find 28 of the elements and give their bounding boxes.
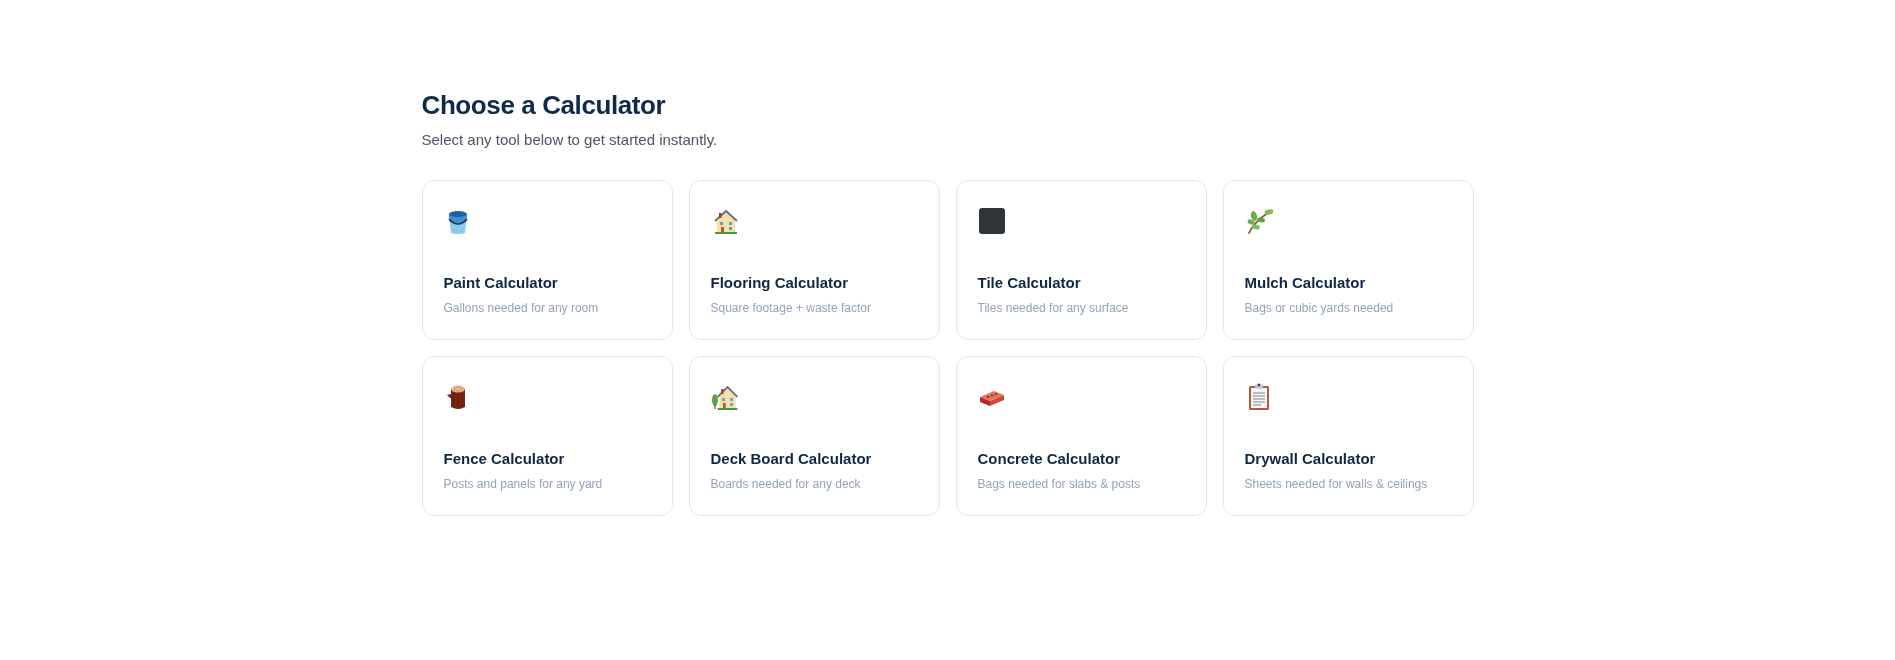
card-description: Boards needed for any deck bbox=[710, 476, 861, 492]
calculator-card[interactable]: Deck Board Calculator Boards needed for any deck bbox=[688, 356, 940, 516]
page-title: Choose a Calculator bbox=[421, 89, 666, 122]
card-title: Flooring Calculator bbox=[710, 274, 848, 292]
card-title: Paint Calculator bbox=[443, 274, 558, 292]
calculator-card[interactable]: Flooring Calculator Square footage + waste factor bbox=[688, 180, 940, 340]
calculator-card[interactable]: Paint Calculator Gallons needed for any room bbox=[421, 180, 673, 340]
square-icon bbox=[977, 207, 1006, 235]
card-title: Tile Calculator bbox=[977, 274, 1081, 292]
card-title: Mulch Calculator bbox=[1244, 274, 1366, 292]
card-description: Square footage + waste factor bbox=[710, 300, 871, 316]
page-subtitle: Select any tool below to get started instantly. bbox=[421, 130, 718, 150]
card-title: Concrete Calculator bbox=[977, 450, 1121, 468]
calculator-card[interactable]: Drywall Calculator Sheets needed for walls & ceilings bbox=[1222, 356, 1474, 516]
card-title: Fence Calculator bbox=[443, 450, 565, 468]
calculator-card[interactable]: Mulch Calculator Bags or cubic yards needed bbox=[1222, 180, 1474, 340]
card-description: Tiles needed for any surface bbox=[977, 300, 1129, 316]
house-with-tree-icon bbox=[710, 383, 739, 411]
calculator-card[interactable]: Concrete Calculator Bags needed for slabs & posts bbox=[955, 356, 1207, 516]
card-description: Sheets needed for walls & ceilings bbox=[1244, 476, 1428, 492]
card-description: Bags needed for slabs & posts bbox=[977, 476, 1141, 492]
card-description: Gallons needed for any room bbox=[443, 300, 599, 316]
calculator-card[interactable]: Tile Calculator Tiles needed for any surface bbox=[955, 180, 1207, 340]
card-description: Bags or cubic yards needed bbox=[1244, 300, 1394, 316]
card-title: Drywall Calculator bbox=[1244, 450, 1376, 468]
card-description: Posts and panels for any yard bbox=[443, 476, 603, 492]
calculator-card[interactable]: Fence Calculator Posts and panels for any yard bbox=[421, 356, 673, 516]
card-title: Deck Board Calculator bbox=[710, 450, 872, 468]
